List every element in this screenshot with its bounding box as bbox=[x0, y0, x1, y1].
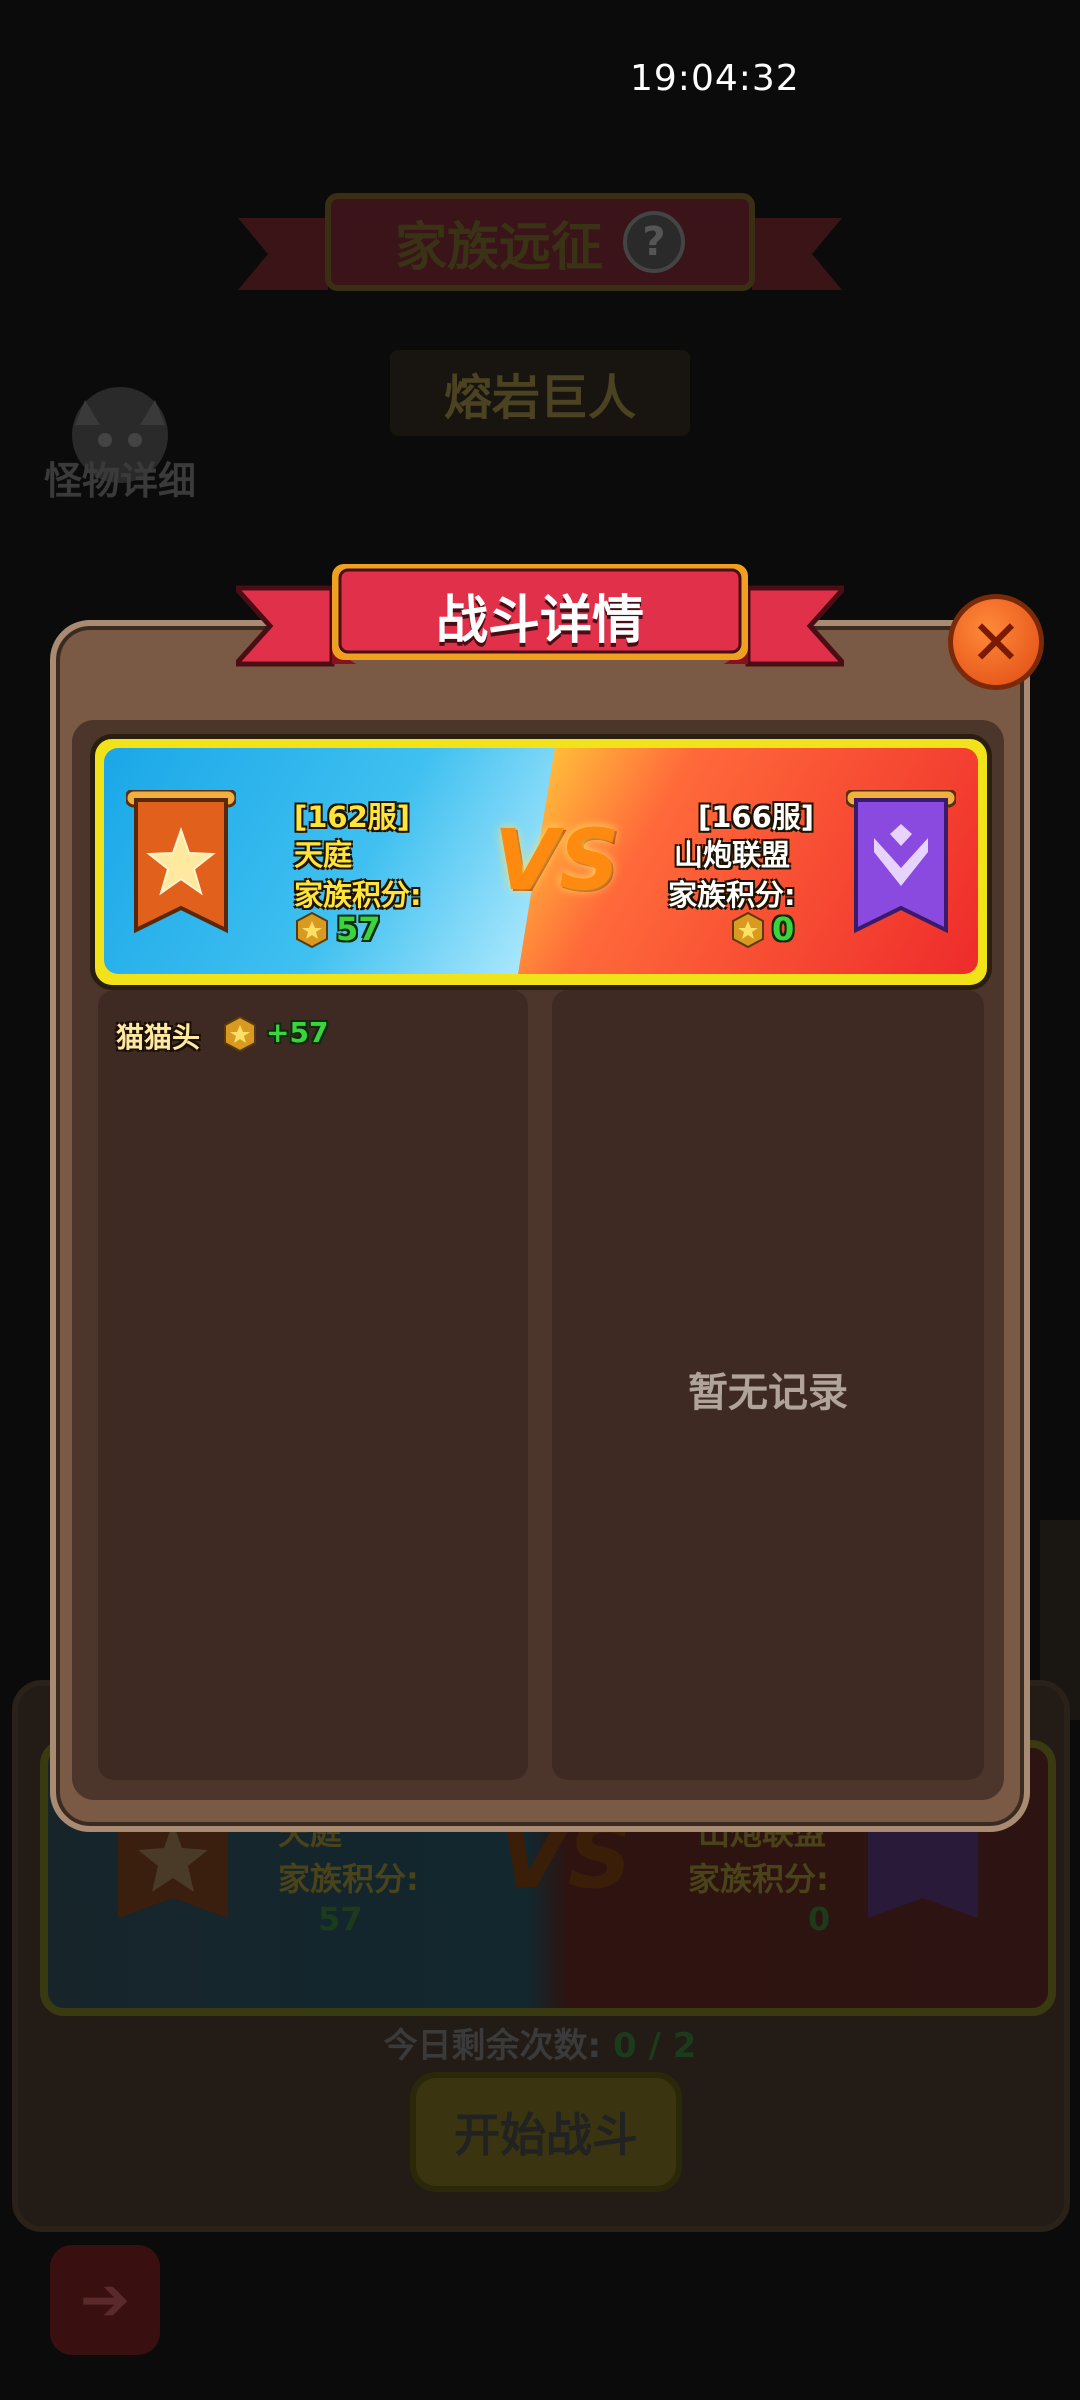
left-records-column[interactable] bbox=[98, 990, 528, 1780]
vs-card-inner: [162服] 天庭 家族积分: 57 VS [166服] 山炮联盟 家族积分: … bbox=[104, 748, 978, 974]
right-star-medal-icon bbox=[732, 912, 764, 948]
status-clock: 19:04:32 bbox=[630, 58, 800, 99]
left-team-name: 天庭 bbox=[294, 838, 353, 872]
close-x-icon[interactable]: ✕ bbox=[948, 594, 1044, 690]
left-team-score-label: 家族积分: bbox=[294, 878, 422, 912]
left-star-medal-icon bbox=[296, 912, 328, 948]
no-records-text: 暂无记录 bbox=[688, 1370, 848, 1416]
right-team-server: [166服] bbox=[698, 800, 815, 834]
remaining-attempts: 今日剩余次数: 0 / 2 bbox=[340, 2018, 740, 2067]
vs-label: VS bbox=[494, 811, 620, 909]
record-player-name: 猫猫头 bbox=[116, 1021, 201, 1054]
background-title: 家族远征 ? bbox=[330, 192, 750, 292]
background-title-text: 家族远征 bbox=[394, 217, 603, 278]
orange-star-banner-icon bbox=[126, 790, 236, 934]
start-battle-button[interactable]: 开始战斗 bbox=[410, 2072, 682, 2192]
record-star-medal-icon bbox=[224, 1016, 256, 1052]
left-team-score: 57 bbox=[336, 910, 381, 948]
question-mark-icon[interactable]: ? bbox=[623, 211, 685, 273]
background-left-score-label: 家族积分: bbox=[278, 1860, 419, 1898]
background-left-score: 57 bbox=[318, 1900, 363, 1938]
remaining-value: 0 / 2 bbox=[613, 2026, 697, 2066]
background-right-score-label: 家族积分: bbox=[688, 1860, 829, 1898]
right-team-name: 山炮联盟 bbox=[674, 838, 791, 872]
left-team-server: [162服] bbox=[294, 800, 411, 834]
record-score: +57 bbox=[266, 1016, 329, 1049]
purple-wing-banner-icon bbox=[846, 790, 956, 934]
back-arrow-icon[interactable]: ➔ bbox=[50, 2245, 160, 2355]
modal-title: 战斗详情 bbox=[435, 590, 644, 651]
background-right-score: 0 bbox=[808, 1900, 831, 1938]
right-team-score: 0 bbox=[772, 910, 795, 948]
remaining-label: 今日剩余次数: bbox=[383, 2026, 602, 2066]
right-team-score-label: 家族积分: bbox=[668, 878, 796, 912]
boss-name: 熔岩巨人 bbox=[390, 350, 690, 436]
monster-detail-label[interactable]: 怪物详细 bbox=[30, 450, 210, 505]
